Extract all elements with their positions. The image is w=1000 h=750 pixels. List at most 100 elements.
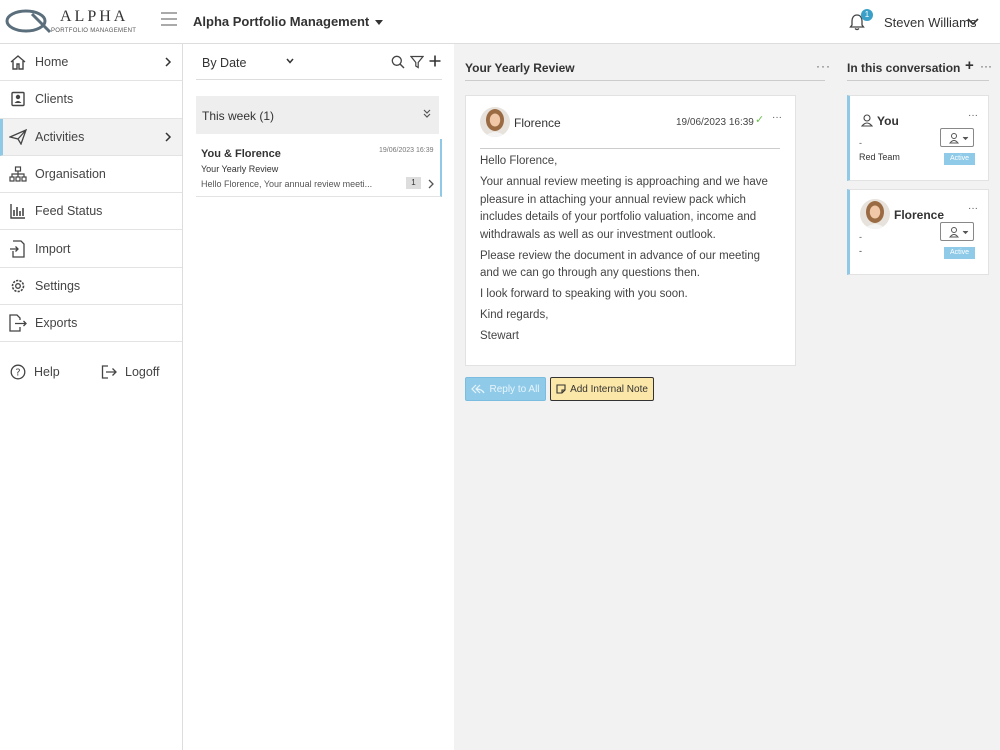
sidebar-item-feed-status[interactable]: Feed Status [0,193,182,231]
sort-dropdown[interactable]: By Date [202,56,246,70]
divider [480,148,780,149]
thread-item[interactable]: You & Florence 19/06/2023 16:39 Your Yea… [196,139,442,197]
participant-role-dropdown[interactable] [940,128,974,147]
reply-all-label: Reply to All [489,383,540,395]
bar-chart-icon [9,202,27,220]
group-label: This week (1) [202,109,275,123]
divider [465,80,825,81]
add-internal-note-button[interactable]: Add Internal Note [550,377,654,401]
thread-participants: You & Florence [201,148,281,160]
conversation-title: Your Yearly Review [465,61,575,75]
avatar [480,107,510,137]
check-icon: ✓ [755,114,765,126]
chevron-right-icon [165,57,172,67]
message-more-button[interactable]: ··· [772,112,782,123]
sidebar-item-label: Clients [35,92,74,107]
app-logo[interactable]: ALPHA PORTFOLIO MANAGEMENT [4,4,154,38]
paper-plane-icon [9,128,27,146]
help-label: Help [34,365,60,379]
divider [196,79,442,80]
import-icon [9,239,27,258]
logo-mark-icon [5,9,52,34]
conversation-more-button[interactable]: ··· [816,59,831,73]
message-paragraph: Hello Florence, [480,155,558,167]
user-menu[interactable]: Steven Williams [884,15,976,30]
thread-count-badge: 1 [406,177,421,189]
reply-all-button[interactable]: Reply to All [465,377,546,401]
add-internal-note-label: Add Internal Note [570,383,648,395]
sidebar-item-import[interactable]: Import [0,230,182,268]
group-header-this-week[interactable]: This week (1) [196,96,439,134]
sidebar: Home Clients Activities Organisation Fee… [0,44,183,750]
message-paragraph: Stewart [480,330,519,342]
thread-subject: Your Yearly Review [201,164,279,174]
sidebar-item-organisation[interactable]: Organisation [0,156,182,194]
message-paragraph: Kind regards, [480,309,549,321]
gear-icon [9,277,27,295]
avatar-florence-image [860,199,890,229]
app-title: Alpha Portfolio Management [193,14,370,29]
avatar-florence-image [480,107,510,137]
thread-preview: Hello Florence, Your annual review meeti… [201,179,373,189]
participants-title: In this conversation [847,61,961,75]
message-paragraph: Your annual review meeting is approachin… [480,176,768,241]
question-circle-icon: ? [10,364,26,380]
caret-down-icon [375,20,384,26]
sidebar-item-label: Exports [35,316,78,331]
participants-more-button[interactable]: ··· [980,59,992,73]
participant-name: Florence [894,208,945,222]
sidebar-item-label: Home [35,55,69,70]
chevron-down-icon[interactable] [286,58,294,64]
search-icon[interactable] [391,55,405,69]
menu-toggle-icon[interactable] [161,12,177,26]
sticky-note-icon [556,384,566,394]
sidebar-item-clients[interactable]: Clients [0,81,182,119]
sidebar-item-label: Organisation [35,167,106,182]
svg-text:?: ? [15,368,20,379]
sidebar-footer: ? Help Logoff [0,364,183,384]
sidebar-item-settings[interactable]: Settings [0,268,182,306]
participant-detail: - [859,138,862,148]
logo-subtitle: PORTFOLIO MANAGEMENT [51,28,137,34]
participant-more-button[interactable]: ··· [968,203,978,214]
chevron-right-icon [165,132,172,142]
participant-more-button[interactable]: ··· [968,110,978,121]
sidebar-item-label: Settings [35,278,81,293]
chevron-right-icon [428,179,434,189]
clients-icon [9,90,27,108]
filter-icon[interactable] [410,55,424,69]
participant-detail: - [859,232,862,242]
participant-team: Red Team [859,152,900,162]
message-body: Hello Florence, Your annual review meeti… [480,153,780,349]
chevron-down-icon[interactable] [967,17,979,26]
message-sender: Florence [514,116,561,130]
double-chevron-down-icon [423,109,431,118]
participant-team: - [859,246,862,256]
logoff-link[interactable]: Logoff [101,364,160,380]
status-badge: Active [944,153,975,165]
status-badge: Active [944,247,975,259]
logoff-label: Logoff [125,365,160,379]
add-icon[interactable] [429,55,441,67]
sidebar-item-label: Activities [35,129,85,144]
sidebar-item-activities[interactable]: Activities [0,118,182,156]
user-role-icon [948,227,969,238]
participant-role-dropdown[interactable] [940,222,974,241]
message-card: Florence 19/06/2023 16:39 ✓ ··· Hello Fl… [465,95,796,366]
notification-badge: 1 [861,9,873,21]
message-date: 19/06/2023 16:39 [676,117,754,128]
org-chart-icon [9,165,27,183]
add-participant-button[interactable]: + [965,57,974,74]
app-title-dropdown[interactable]: Alpha Portfolio Management [193,14,384,29]
message-paragraph: I look forward to speaking with you soon… [480,288,688,300]
user-role-icon [948,133,969,144]
thread-date: 19/06/2023 16:39 [379,147,434,154]
home-icon [9,53,27,71]
help-link[interactable]: ? Help [10,364,60,380]
export-icon [9,314,27,332]
sidebar-item-home[interactable]: Home [0,44,182,82]
logout-icon [101,365,117,379]
top-bar: ALPHA PORTFOLIO MANAGEMENT Alpha Portfol… [0,0,1000,44]
sidebar-item-label: Feed Status [35,204,103,219]
sidebar-item-exports[interactable]: Exports [0,305,182,343]
